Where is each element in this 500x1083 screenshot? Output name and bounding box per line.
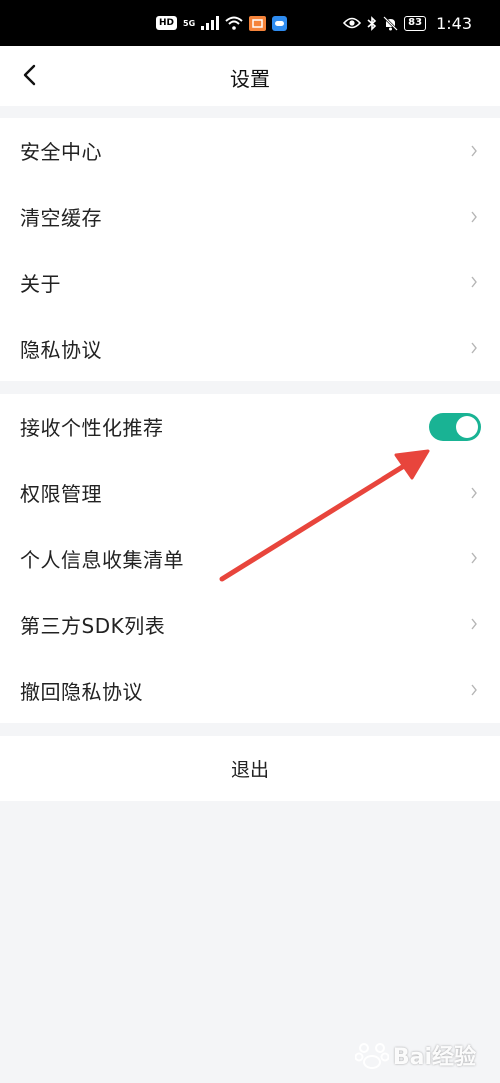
status-bar-left: HD 5G xyxy=(156,15,288,31)
battery-indicator: 83 xyxy=(404,15,427,31)
settings-item-permission-management[interactable]: 权限管理 xyxy=(0,460,500,526)
status-bar: HD 5G 83 1:43 xyxy=(0,0,500,46)
signal-icon xyxy=(201,16,220,30)
settings-item-third-party-sdk-list[interactable]: 第三方SDK列表 xyxy=(0,591,500,657)
settings-item-personal-info-list[interactable]: 个人信息收集清单 xyxy=(0,526,500,592)
settings-item-label: 接收个性化推荐 xyxy=(20,416,164,441)
chevron-right-icon xyxy=(471,618,477,630)
settings-group-general: 安全中心 清空缓存 关于 隐私协议 xyxy=(0,118,500,381)
settings-item-label: 隐私协议 xyxy=(20,337,102,362)
hd-badge: HD xyxy=(156,16,178,30)
chevron-right-icon xyxy=(471,276,477,288)
logout-button[interactable]: 退出 xyxy=(0,736,500,801)
cloud-app-icon xyxy=(272,15,288,31)
settings-item-clear-cache[interactable]: 清空缓存 xyxy=(0,184,500,250)
settings-item-label: 权限管理 xyxy=(20,482,102,507)
header: 设置 xyxy=(0,46,500,106)
chevron-right-icon xyxy=(471,145,477,157)
settings-group-privacy: 接收个性化推荐 权限管理 个人信息收集清单 第三方SDK列表 撤回隐私协议 xyxy=(0,394,500,723)
page-title: 设置 xyxy=(230,67,270,91)
settings-item-label: 个人信息收集清单 xyxy=(20,547,184,572)
status-time: 1:43 xyxy=(436,13,472,33)
chevron-right-icon xyxy=(471,553,477,564)
personalized-recommendation-toggle[interactable] xyxy=(429,412,481,441)
logout-label: 退出 xyxy=(230,759,269,781)
settings-item-label: 关于 xyxy=(20,271,61,296)
settings-item-revoke-privacy-policy[interactable]: 撤回隐私协议 xyxy=(0,657,500,723)
wifi-icon xyxy=(225,16,243,30)
network-type: 5G xyxy=(183,18,196,28)
chevron-right-icon xyxy=(471,211,477,223)
settings-item-label: 清空缓存 xyxy=(20,206,102,231)
paw-logo-icon xyxy=(354,1043,389,1069)
watermark: Bai经验 xyxy=(354,1039,476,1071)
chevron-right-icon xyxy=(471,684,477,696)
watermark-text: Bai经验 xyxy=(392,1045,476,1070)
bluetooth-icon xyxy=(367,15,377,31)
settings-item-label: 安全中心 xyxy=(20,140,102,165)
mute-bell-icon xyxy=(383,15,398,31)
settings-item-privacy-policy[interactable]: 隐私协议 xyxy=(0,315,500,381)
settings-item-label: 第三方SDK列表 xyxy=(20,613,166,638)
settings-item-security-center[interactable]: 安全中心 xyxy=(0,118,500,184)
toggle-knob xyxy=(456,415,478,438)
settings-item-about[interactable]: 关于 xyxy=(0,250,500,316)
chevron-right-icon xyxy=(471,342,477,354)
app-notification-icon xyxy=(249,15,267,31)
settings-item-label: 撤回隐私协议 xyxy=(20,679,143,704)
settings-item-personalized-recommendation: 接收个性化推荐 xyxy=(0,394,500,460)
status-bar-right: 83 1:43 xyxy=(343,14,472,33)
eye-icon xyxy=(343,17,362,29)
chevron-right-icon xyxy=(471,487,477,499)
